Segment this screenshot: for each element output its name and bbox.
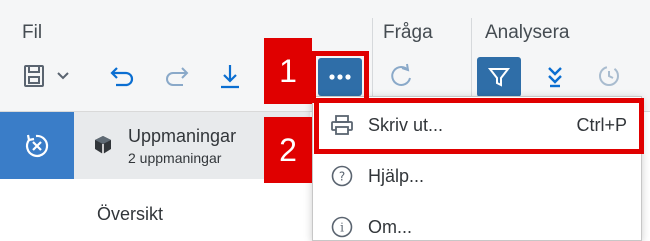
group-label-file: Fil <box>22 22 43 43</box>
group-label-query: Fråga <box>383 22 433 43</box>
double-chevron-down-icon <box>548 67 562 88</box>
group-label-analyze: Analysera <box>485 22 570 43</box>
info-icon: i <box>330 215 354 239</box>
undo-icon <box>110 67 134 87</box>
prompt-toggle-icon <box>26 134 49 157</box>
undo-button[interactable] <box>104 58 140 94</box>
overview-tab[interactable]: Översikt <box>97 204 163 225</box>
filter-icon <box>487 68 511 87</box>
download-icon <box>221 65 239 89</box>
export-button[interactable] <box>212 58 248 94</box>
menu-item-label: Om... <box>368 216 412 237</box>
history-button[interactable] <box>590 58 626 94</box>
redo-button[interactable] <box>159 58 195 94</box>
menu-item-about[interactable]: i Om... <box>313 205 641 241</box>
step-badge-2: 2 <box>264 117 312 183</box>
save-button[interactable] <box>20 58 80 94</box>
drill-button[interactable] <box>537 58 573 94</box>
toolbar-divider <box>471 18 472 104</box>
redo-icon <box>166 67 189 86</box>
svg-text:i: i <box>340 221 344 235</box>
chevron-down-icon <box>57 72 69 80</box>
highlight-more-button <box>311 51 369 103</box>
collapse-panel-button[interactable] <box>0 112 74 179</box>
menu-item-label: Hjälp... <box>368 165 425 186</box>
cube-icon <box>95 136 111 154</box>
prompts-count: 2 uppmaningar <box>128 150 222 166</box>
prompts-title: Uppmaningar <box>128 126 237 146</box>
highlight-print-item <box>314 98 644 154</box>
menu-item-help[interactable]: ? Hjälp... <box>313 154 641 198</box>
svg-text:?: ? <box>339 170 345 184</box>
help-icon: ? <box>330 164 354 188</box>
filter-button[interactable] <box>477 57 521 97</box>
save-icon <box>24 65 69 87</box>
refresh-button[interactable] <box>383 58 419 94</box>
toolbar-divider <box>372 18 373 104</box>
history-icon <box>599 66 619 86</box>
refresh-icon <box>391 63 411 86</box>
step-badge-1: 1 <box>264 38 312 104</box>
